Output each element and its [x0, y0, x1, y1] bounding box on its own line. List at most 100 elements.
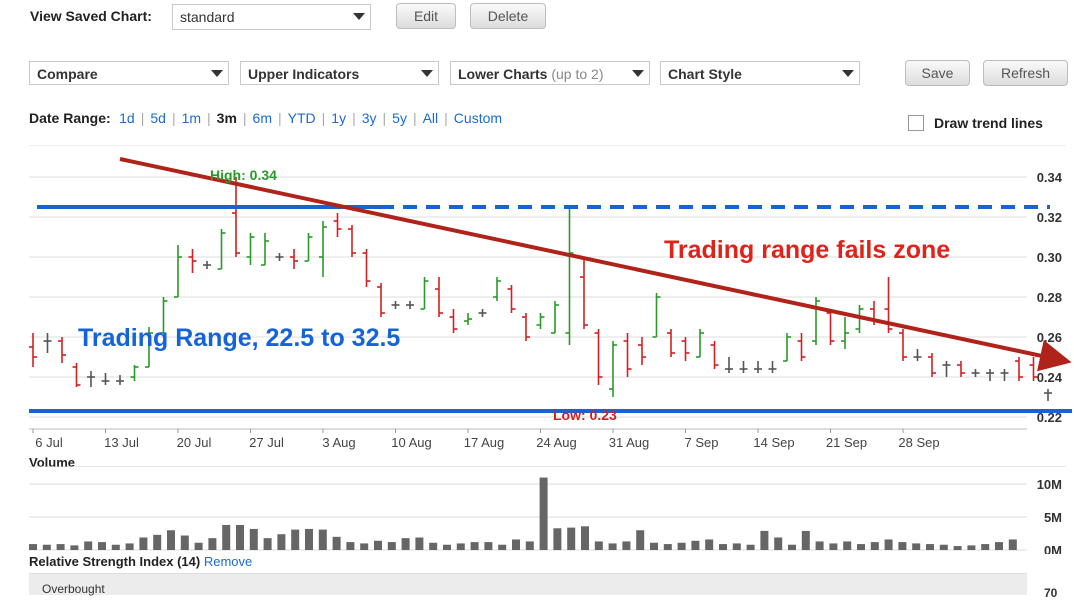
- draw-trend-lines-checkbox[interactable]: [908, 115, 924, 131]
- high-label: High: 0.34: [210, 167, 277, 183]
- rsi-tick-70: 70: [1044, 586, 1058, 600]
- volume-bar: [360, 543, 369, 550]
- volume-bar: [318, 529, 327, 550]
- price-x-ticks: 6 Jul 13 Jul 20 Jul 27 Jul 3 Aug 10 Aug 17 Aug…: [32, 429, 940, 450]
- date-range-3y[interactable]: 3y: [362, 110, 377, 126]
- ohlc-bar: [203, 261, 211, 269]
- ohlc-bar: [275, 253, 284, 261]
- volume-bar: [939, 544, 948, 550]
- volume-bar: [139, 537, 148, 550]
- volume-bar: [788, 544, 796, 550]
- save-button[interactable]: Save: [905, 60, 970, 86]
- ohlc-bar: [377, 283, 385, 317]
- volume-bar: [401, 538, 410, 550]
- ohlc-bar: [362, 249, 371, 287]
- volume-bar: [484, 542, 493, 550]
- ohlc-bar: [507, 285, 516, 313]
- refresh-button[interactable]: Refresh: [983, 60, 1068, 86]
- ohlc-bar: [812, 297, 820, 345]
- date-range-separator: |: [242, 110, 247, 126]
- volume-bar: [912, 543, 921, 550]
- ohlc-bar: [217, 229, 226, 270]
- volume-bar: [56, 544, 65, 550]
- ohlc-bar: [261, 233, 269, 266]
- ohlc-bar: [725, 357, 733, 373]
- volume-bar: [705, 539, 714, 550]
- volume-bar: [498, 544, 507, 550]
- ohlc-bar: [406, 301, 414, 309]
- compare-select[interactable]: Compare: [29, 61, 229, 85]
- ohlc-bar: [1029, 357, 1038, 381]
- date-range-1d[interactable]: 1d: [119, 110, 135, 126]
- rsi-remove-link[interactable]: Remove: [204, 554, 252, 569]
- chevron-down-icon: [416, 62, 438, 84]
- volume-bar: [332, 536, 341, 550]
- ohlc-bar: [478, 309, 487, 317]
- volume-bar: [677, 542, 686, 550]
- x-tick-label: 13 Jul: [104, 435, 139, 450]
- date-range-1m[interactable]: 1m: [182, 110, 201, 126]
- date-range-ytd[interactable]: YTD: [288, 110, 316, 126]
- y-tick-label: 0.26: [1037, 330, 1062, 345]
- volume-bar: [374, 540, 382, 550]
- lower-charts-select[interactable]: Lower Charts (up to 2): [450, 61, 650, 85]
- date-range-options: 1d | 5d | 1m | 3m | 6m | YTD | 1y | 3y | 5y | All | Custom: [119, 110, 502, 127]
- volume-bar: [829, 543, 838, 550]
- date-range-separator: |: [278, 110, 282, 126]
- volume-bar: [180, 535, 189, 550]
- volume-bar: [236, 524, 244, 550]
- volume-bar: [512, 539, 520, 550]
- date-range-bar: Date Range: 1d | 5d | 1m | 3m | 6m | YTD | 1y | 3y | 5y |…: [29, 110, 502, 128]
- chart-style-select[interactable]: Chart Style: [660, 61, 860, 85]
- volume-bar: [443, 544, 451, 550]
- ohlc-bar: [768, 361, 777, 373]
- date-range-custom[interactable]: Custom: [454, 110, 502, 126]
- date-range-3m[interactable]: 3m: [217, 110, 237, 126]
- date-range-5d[interactable]: 5d: [150, 110, 166, 126]
- volume-bar: [208, 538, 217, 550]
- x-tick-label: 7 Sep: [685, 435, 719, 450]
- volume-bar: [719, 544, 727, 550]
- x-tick-label: 31 Aug: [609, 435, 650, 450]
- x-tick-label: 17 Aug: [464, 435, 505, 450]
- ohlc-bar: [58, 337, 66, 363]
- ohlc-bar: [72, 363, 81, 387]
- volume-bar: [305, 528, 313, 550]
- date-range-6m[interactable]: 6m: [253, 110, 272, 126]
- upper-indicators-select[interactable]: Upper Indicators: [240, 61, 439, 85]
- x-tick-label: 24 Aug: [536, 435, 577, 450]
- ohlc-bar: [638, 337, 646, 365]
- delete-button[interactable]: Delete: [470, 3, 546, 29]
- ohlc-bar: [826, 309, 835, 345]
- date-range-5y[interactable]: 5y: [392, 110, 407, 126]
- chart-style-label: Chart Style: [668, 66, 742, 82]
- volume-bar: [870, 542, 879, 550]
- date-range-1y[interactable]: 1y: [331, 110, 346, 126]
- volume-bar: [98, 542, 106, 550]
- rsi-header: Relative Strength Index (14) Remove: [29, 554, 252, 569]
- ohlc-bar: [957, 361, 965, 377]
- date-range-separator: |: [382, 110, 387, 126]
- volume-tick-label: 0M: [1044, 543, 1062, 554]
- ohlc-bar: [391, 301, 400, 309]
- volume-bar: [553, 528, 562, 550]
- volume-bar: [346, 542, 355, 550]
- date-range-all[interactable]: All: [423, 110, 439, 126]
- volume-bar: [953, 546, 962, 550]
- volume-bar: [774, 537, 783, 550]
- price-bars: [29, 177, 1052, 401]
- volume-bar: [222, 524, 231, 550]
- ohlc-bar: [681, 337, 690, 361]
- ohlc-bar: [188, 249, 197, 273]
- ohlc-bar: [290, 249, 298, 269]
- volume-bar: [732, 543, 741, 550]
- saved-chart-value: standard: [180, 9, 235, 25]
- volume-bar: [387, 542, 396, 550]
- ohlc-bar: [667, 329, 675, 357]
- edit-button[interactable]: Edit: [396, 3, 456, 29]
- saved-chart-select[interactable]: standard: [172, 4, 371, 30]
- ohlc-bar: [536, 313, 545, 329]
- volume-bar: [608, 543, 617, 550]
- chevron-down-icon: [837, 62, 859, 84]
- y-tick-label: 0.24: [1037, 370, 1063, 385]
